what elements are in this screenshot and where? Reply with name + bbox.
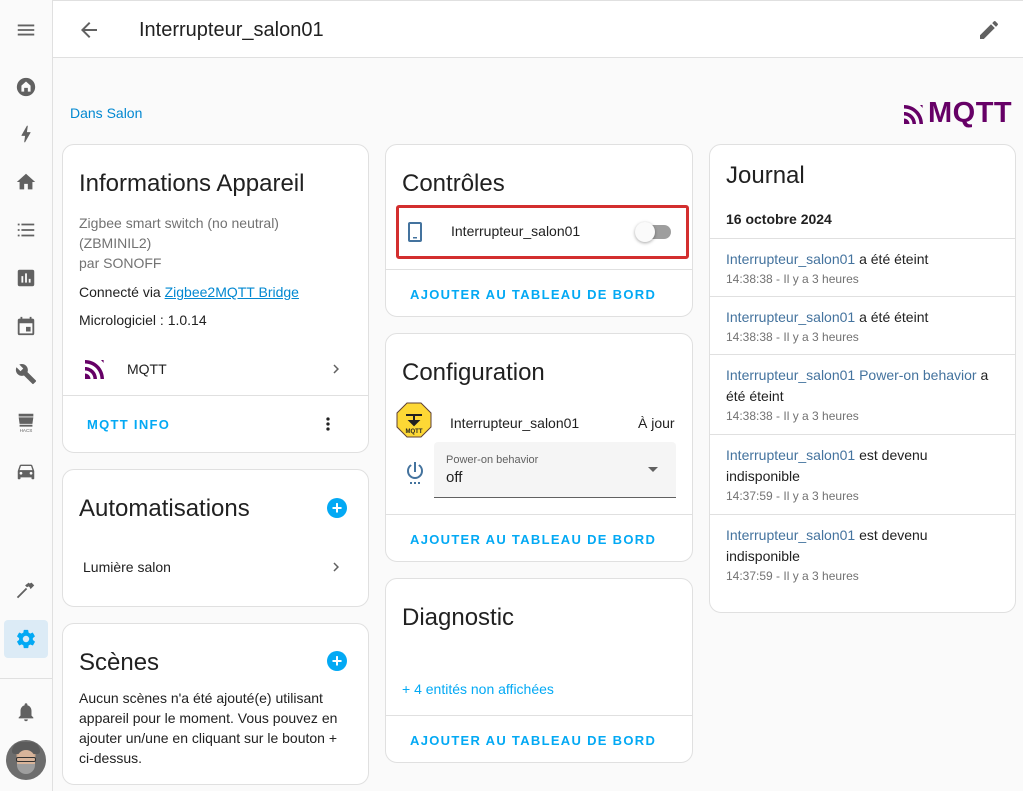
journal-message: Interrupteur_salon01 a été éteint	[726, 249, 996, 270]
dropdown-arrow-icon	[648, 467, 658, 472]
journal-entry-text: a été éteint	[855, 309, 929, 325]
journal-time: 14:37:59 - Il y a 3 heures	[726, 569, 859, 583]
card-title: Configuration	[402, 359, 545, 386]
hidden-entities-link[interactable]: + 4 entités non affichées	[402, 681, 554, 697]
highlighted-entity-row[interactable]: Interrupteur_salon01	[396, 205, 689, 259]
controls-card: Contrôles Interrupteur_salon01 AJOUTER A…	[385, 144, 693, 317]
card-title: Informations Appareil	[79, 170, 305, 197]
car-icon[interactable]	[10, 455, 42, 487]
add-automation-button[interactable]: +	[327, 498, 347, 518]
sidebar: HACS	[0, 0, 53, 791]
journal-entry: Interrupteur_salon01 est devenu indispon…	[710, 434, 1015, 514]
journal-date: 16 octobre 2024	[726, 211, 832, 227]
mqtt-waves-icon	[904, 104, 923, 124]
home-icon[interactable]	[10, 166, 42, 198]
page-title: Interrupteur_salon01	[139, 19, 324, 41]
developer-tools-icon[interactable]	[10, 358, 42, 390]
journal-time: 14:38:38 - Il y a 3 heures	[726, 409, 859, 423]
device-description: Zigbee smart switch (no neutral) (ZBMINI…	[79, 213, 279, 273]
add-scene-button[interactable]: +	[327, 651, 347, 671]
mqtt-update-badge-icon: MQTT	[396, 402, 432, 438]
journal-message: Interrupteur_salon01 Power-on behavior a…	[726, 365, 996, 407]
journal-time: 14:38:38 - Il y a 3 heures	[726, 272, 859, 286]
card-title: Automatisations	[79, 495, 250, 522]
journal-message: Interrupteur_salon01 est devenu indispon…	[726, 445, 996, 487]
journal-time: 14:37:59 - Il y a 3 heures	[726, 489, 859, 503]
power-settings-icon	[403, 460, 427, 484]
chevron-right-icon[interactable]	[327, 558, 345, 576]
journal-entity-link[interactable]: Interrupteur_salon01	[726, 309, 855, 325]
notifications-icon[interactable]	[10, 696, 42, 728]
history-icon[interactable]	[10, 262, 42, 294]
automation-item[interactable]: Lumière salon	[83, 559, 171, 575]
device-model-id: (ZBMINIL2)	[79, 235, 152, 251]
top-bar: Interrupteur_salon01	[53, 0, 1023, 58]
journal-time: 14:38:38 - Il y a 3 heures	[726, 330, 859, 344]
mqtt-icon	[85, 360, 104, 379]
add-to-dashboard-button[interactable]: AJOUTER AU TABLEAU DE BORD	[410, 733, 656, 748]
integration-row[interactable]: MQTT	[63, 351, 368, 387]
overview-icon[interactable]	[10, 71, 42, 103]
mqtt-info-button[interactable]: MQTT INFO	[87, 417, 170, 432]
journal-entity-link[interactable]: Interrupteur_salon01 Power-on behavior	[726, 367, 977, 383]
switch-toggle[interactable]	[635, 221, 671, 242]
mqtt-logo-text: MQTT	[928, 97, 1013, 129]
connected-via-label: Connecté via	[79, 284, 165, 300]
journal-entity-link[interactable]: Interrupteur_salon01	[726, 447, 855, 463]
journal-entity-link[interactable]: Interrupteur_salon01	[726, 251, 855, 267]
select-label: Power-on behavior	[446, 454, 539, 466]
firmware-version: Micrologiciel : 1.0.14	[79, 312, 207, 328]
add-to-dashboard-button[interactable]: AJOUTER AU TABLEAU DE BORD	[410, 532, 656, 547]
energy-icon[interactable]	[10, 118, 42, 150]
select-value: off	[446, 469, 463, 486]
diagnostic-card: Diagnostic + 4 entités non affichées AJO…	[385, 578, 693, 763]
more-vert-icon[interactable]	[318, 414, 338, 434]
bridge-link[interactable]: Zigbee2MQTT Bridge	[165, 284, 299, 300]
entity-name: Interrupteur_salon01	[451, 223, 581, 239]
scenes-empty-text: Aucun scènes n'a été ajouté(e) utilisant…	[79, 690, 338, 766]
card-title: Contrôles	[402, 170, 505, 197]
switch-device-icon	[403, 220, 427, 244]
journal-entry: Interrupteur_salon01 est devenu indispon…	[710, 514, 1015, 594]
svg-text:MQTT: MQTT	[406, 429, 423, 435]
journal-message: Interrupteur_salon01 a été éteint	[726, 307, 996, 328]
area-link[interactable]: Dans Salon	[70, 105, 142, 121]
journal-entry: Interrupteur_salon01 a été éteint 14:38:…	[710, 296, 1015, 354]
scenes-card: Scènes + Aucun scènes n'a été ajouté(e) …	[62, 623, 369, 785]
add-to-dashboard-button[interactable]: AJOUTER AU TABLEAU DE BORD	[410, 287, 656, 302]
calendar-icon[interactable]	[10, 310, 42, 342]
integration-label: MQTT	[127, 361, 167, 377]
entity-name[interactable]: Interrupteur_salon01	[450, 415, 579, 431]
connected-via: Connecté via Zigbee2MQTT Bridge	[79, 284, 299, 300]
journal-card: Journal 16 octobre 2024 Interrupteur_sal…	[709, 144, 1016, 613]
journal-entry: Interrupteur_salon01 a été éteint 14:38:…	[710, 238, 1015, 296]
menu-icon[interactable]	[10, 14, 42, 46]
back-arrow-icon[interactable]	[77, 18, 101, 42]
device-info-card: Informations Appareil Zigbee smart switc…	[62, 144, 369, 453]
automations-card: Automatisations + Lumière salon	[62, 469, 369, 607]
hacs-icon[interactable]: HACS	[10, 406, 42, 438]
card-title: Diagnostic	[402, 604, 515, 631]
journal-entry-text: a été éteint	[855, 251, 929, 267]
settings-icon[interactable]	[4, 620, 48, 658]
power-on-behavior-select[interactable]: Power-on behavior off	[434, 442, 676, 498]
svg-text:HACS: HACS	[20, 428, 33, 433]
configuration-card: Configuration MQTT Interrupteur_salon01 …	[385, 333, 693, 562]
card-title: Journal	[726, 162, 805, 189]
chevron-right-icon	[327, 360, 345, 378]
user-avatar[interactable]	[6, 740, 46, 780]
device-model: Zigbee smart switch (no neutral)	[79, 215, 279, 231]
journal-entry: Interrupteur_salon01 Power-on behavior a…	[710, 354, 1015, 434]
entity-state: À jour	[638, 415, 675, 431]
logbook-icon[interactable]	[10, 214, 42, 246]
hammer-icon[interactable]	[10, 574, 42, 606]
card-title: Scènes	[79, 649, 160, 676]
pencil-icon[interactable]	[977, 18, 1001, 42]
journal-entity-link[interactable]: Interrupteur_salon01	[726, 527, 855, 543]
mqtt-logo: MQTT	[902, 97, 1012, 130]
journal-message: Interrupteur_salon01 est devenu indispon…	[726, 525, 996, 567]
device-manufacturer: par SONOFF	[79, 255, 162, 271]
